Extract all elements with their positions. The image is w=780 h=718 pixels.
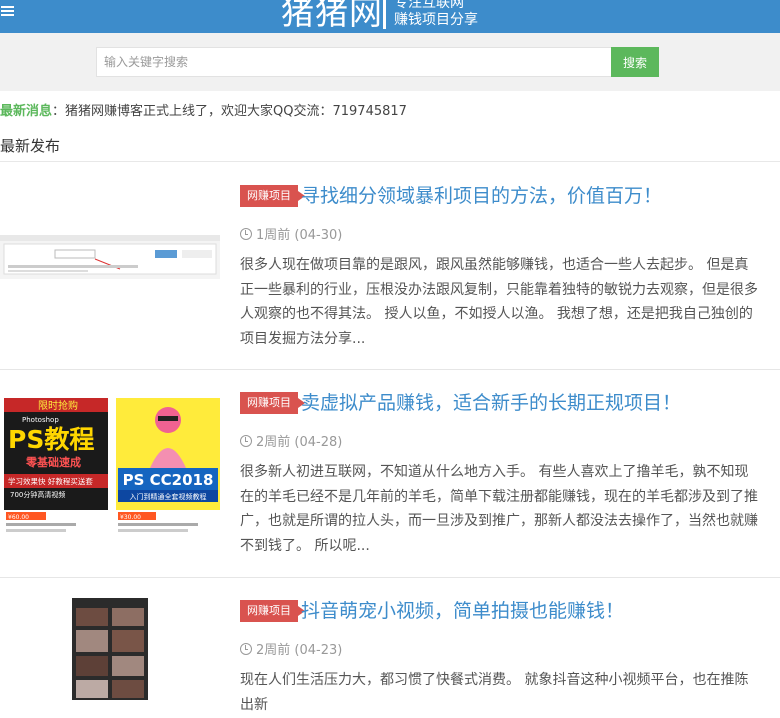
- thumb-text: ¥60.00: [8, 514, 29, 521]
- article-thumbnail[interactable]: 限时抢购 Photoshop PS教程 零基础速成 学习效果快 好教程买送套 7…: [0, 398, 220, 539]
- category-tag[interactable]: 网赚项目: [240, 600, 305, 622]
- search-input[interactable]: [96, 47, 612, 77]
- thumb-text: 学习效果快 好教程买送套: [8, 476, 93, 486]
- thumb-text: 入门到精通全套视频教程: [130, 492, 207, 501]
- clock-icon: [240, 643, 252, 655]
- article-time: 2周前 (04-28): [256, 435, 343, 450]
- search-bar: 搜索: [0, 33, 780, 91]
- section-title: 最新发布: [0, 133, 780, 162]
- article-excerpt: 很多人现在做项目靠的是跟风，跟风虽然能够赚钱，也适合一些人去起步。 但是真正一些…: [240, 257, 758, 347]
- menu-icon[interactable]: [1, 6, 14, 17]
- article-item: 限时抢购 Photoshop PS教程 零基础速成 学习效果快 好教程买送套 7…: [0, 370, 780, 578]
- article-date: 1周前 (04-30): [240, 224, 342, 243]
- logo-divider: [383, 0, 386, 29]
- article-thumbnail[interactable]: [0, 598, 220, 700]
- thumb-text: PS CC2018: [123, 471, 214, 489]
- article-excerpt: 现在人们生活压力大，都习惯了快餐式消费。 就象抖音这种小视频平台，也在推陈出新: [240, 672, 749, 713]
- article-title[interactable]: 抖音萌宠小视频，简单拍摄也能赚钱！: [301, 596, 624, 623]
- search-button[interactable]: 搜索: [611, 47, 659, 77]
- thumb-text: 零基础速成: [25, 455, 81, 469]
- slogan-line-1: 专注互联网: [394, 0, 464, 11]
- thumb-text: ¥30.00: [120, 514, 141, 521]
- thumb-text: 限时抢购: [38, 399, 78, 412]
- news-text: ：猪猪网赚博客正式上线了，欢迎大家QQ交流：719745817: [52, 104, 407, 119]
- article-date: 2周前 (04-28): [240, 431, 342, 450]
- site-logo[interactable]: 猪猪网: [281, 0, 383, 33]
- article-thumbnail[interactable]: [0, 235, 220, 279]
- category-tag[interactable]: 网赚项目: [240, 185, 305, 207]
- news-label: 最新消息: [0, 104, 53, 119]
- category-tag[interactable]: 网赚项目: [240, 392, 305, 414]
- clock-icon: [240, 435, 252, 447]
- article-time: 1周前 (04-30): [256, 228, 343, 243]
- article-title[interactable]: 寻找细分领域暴利项目的方法，价值百万！: [301, 181, 662, 208]
- thumb-text: PS教程: [8, 425, 94, 454]
- article-title[interactable]: 卖虚拟产品赚钱，适合新手的长期正规项目！: [301, 388, 681, 415]
- article-date: 2周前 (04-23): [240, 639, 342, 658]
- thumb-text: Photoshop: [22, 416, 59, 424]
- article-item: 网赚项目 寻找细分领域暴利项目的方法，价值百万！ 1周前 (04-30) 很多人…: [0, 163, 780, 370]
- clock-icon: [240, 228, 252, 240]
- top-header: 猪猪网 专注互联网 赚钱项目分享: [0, 0, 780, 33]
- article-time: 2周前 (04-23): [256, 643, 343, 658]
- slogan-line-2: 赚钱项目分享: [394, 12, 478, 28]
- latest-news: 最新消息：猪猪网赚博客正式上线了，欢迎大家QQ交流：719745817: [0, 100, 407, 124]
- article-excerpt: 很多新人初进互联网，不知道从什么地方入手。 有些人喜欢上了撸羊毛，孰不知现在的羊…: [240, 464, 758, 554]
- article-item: 网赚项目 抖音萌宠小视频，简单拍摄也能赚钱！ 2周前 (04-23) 现在人们生…: [0, 578, 780, 718]
- thumb-text: 700分钟高清视频: [10, 490, 65, 499]
